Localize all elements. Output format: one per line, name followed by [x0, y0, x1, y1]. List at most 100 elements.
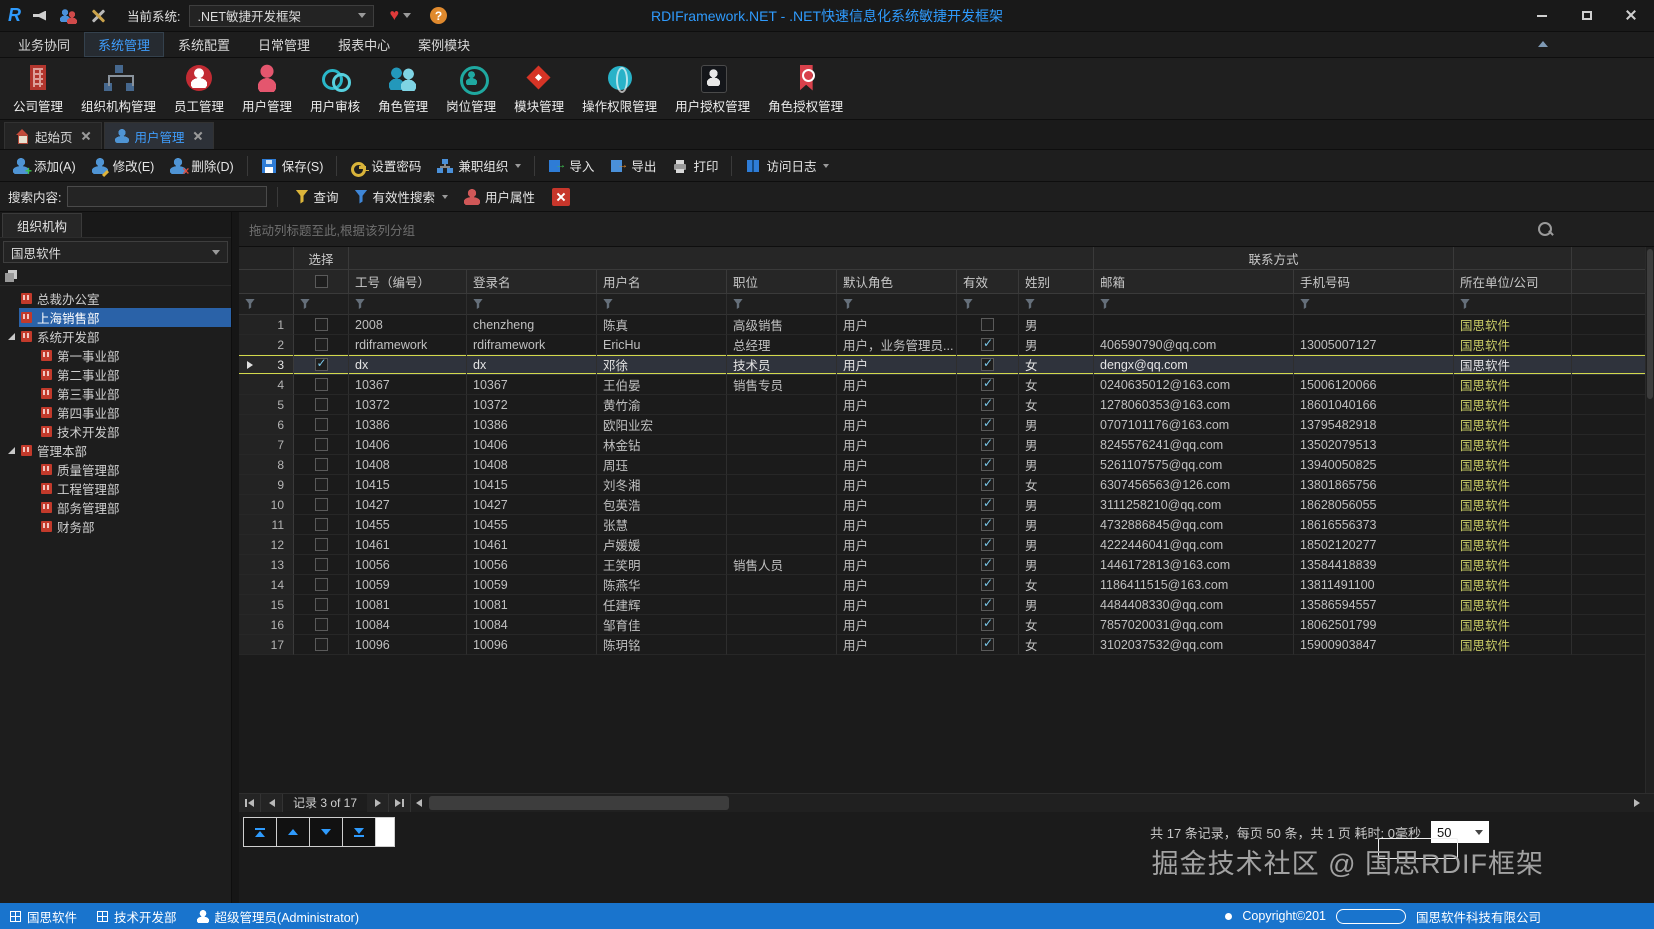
tree-node-11[interactable]: 工程管理部 [0, 479, 231, 498]
tree-node-6[interactable]: 第三事业部 [0, 384, 231, 403]
toolbar-button-user-add[interactable]: 添加(A) [6, 153, 83, 179]
first-record-button[interactable] [239, 794, 261, 812]
valid-checkbox[interactable] [981, 598, 994, 611]
filter-cell-valid[interactable] [957, 294, 1019, 315]
valid-checkbox[interactable] [981, 558, 994, 571]
ribbon-button-orgchart[interactable]: 组织机构管理 [72, 60, 165, 118]
select-checkbox[interactable] [315, 398, 328, 411]
valid-checkbox[interactable] [981, 578, 994, 591]
search-button-funnel[interactable]: 查询 [288, 184, 345, 210]
column-header-company[interactable]: 所在单位/公司 [1454, 270, 1572, 294]
user-row-12[interactable]: 121046110461卢媛媛用户男4222446041@qq.com18502… [239, 535, 1645, 555]
scrollbar-thumb[interactable] [1647, 249, 1653, 399]
panel-splitter[interactable] [232, 212, 239, 903]
filter-cell-title[interactable] [727, 294, 837, 315]
go-bottom-button[interactable] [343, 818, 376, 846]
current-system-select[interactable]: .NET敏捷开发框架 [189, 5, 374, 27]
toolbar-button-user-edit[interactable]: 修改(E) [85, 153, 162, 179]
scrollbar-thumb[interactable] [429, 796, 729, 810]
select-checkbox[interactable] [315, 358, 328, 371]
tab-1[interactable]: 起始页 [4, 122, 102, 149]
tree-node-10[interactable]: 质量管理部 [0, 460, 231, 479]
horizontal-scrollbar[interactable] [427, 794, 1629, 812]
select-checkbox[interactable] [315, 478, 328, 491]
user-row-11[interactable]: 111045510455张慧用户男4732886845@qq.com186165… [239, 515, 1645, 535]
tab-close-icon[interactable] [193, 131, 203, 141]
users-quick-icon[interactable] [59, 6, 79, 26]
ribbon-button-employee[interactable]: 员工管理 [165, 60, 233, 118]
valid-checkbox[interactable] [981, 438, 994, 451]
filter-cell-role[interactable] [837, 294, 957, 315]
user-row-5[interactable]: 51037210372黄竹渝用户女1278060353@163.com18601… [239, 395, 1645, 415]
grid-search-icon[interactable] [1538, 222, 1554, 238]
tree-node-13[interactable]: 财务部 [0, 517, 231, 536]
select-all-checkbox[interactable] [315, 275, 328, 288]
tab-close-icon[interactable] [81, 131, 91, 141]
column-header-gender[interactable]: 姓别 [1019, 270, 1094, 294]
select-checkbox[interactable] [315, 498, 328, 511]
user-row-1[interactable]: 12008chenzheng陈真高级销售用户男国思软件 [239, 315, 1645, 335]
column-header-code[interactable]: 工号（编号） [349, 270, 467, 294]
column-header-login[interactable]: 登录名 [467, 270, 597, 294]
help-icon[interactable] [430, 7, 447, 24]
tree-node-4[interactable]: 第一事业部 [0, 346, 231, 365]
expander-icon[interactable] [4, 441, 19, 460]
valid-checkbox[interactable] [981, 378, 994, 391]
scroll-right-button[interactable] [1629, 794, 1645, 812]
filter-cell-name[interactable] [597, 294, 727, 315]
page-down-button[interactable] [310, 818, 343, 846]
ribbon-button-permission[interactable]: 操作权限管理 [573, 60, 666, 118]
select-checkbox[interactable] [315, 538, 328, 551]
go-top-button[interactable] [244, 818, 277, 846]
ribbon-button-roleauth[interactable]: 角色授权管理 [759, 60, 852, 118]
sidebar-tab-organization[interactable]: 组织机构 [2, 213, 82, 237]
obscured-button[interactable] [1378, 838, 1458, 859]
search-input[interactable] [67, 186, 267, 207]
filter-cell-select[interactable] [294, 294, 349, 315]
menu-item-4[interactable]: 日常管理 [244, 32, 324, 57]
search-button-vfilter[interactable]: 有效性搜索 [348, 184, 456, 210]
tab-2[interactable]: 用户管理 [104, 122, 214, 149]
ribbon-button-company[interactable]: 公司管理 [4, 60, 72, 118]
valid-checkbox[interactable] [981, 358, 994, 371]
minimize-button[interactable] [1519, 0, 1564, 31]
search-button-uattr[interactable]: 用户属性 [457, 184, 542, 210]
valid-checkbox[interactable] [981, 518, 994, 531]
user-row-17[interactable]: 171009610096陈玥铭用户女3102037532@qq.com15900… [239, 635, 1645, 655]
ribbon-button-post[interactable]: 岗位管理 [437, 60, 505, 118]
next-record-button[interactable] [367, 794, 389, 812]
user-row-8[interactable]: 81040810408周珏用户男5261107575@qq.com1394005… [239, 455, 1645, 475]
toolbar-button-save[interactable]: 保存(S) [254, 153, 331, 179]
tree-node-1[interactable]: 总裁办公室 [0, 289, 231, 308]
ribbon-button-role[interactable]: 角色管理 [369, 60, 437, 118]
select-checkbox[interactable] [315, 318, 328, 331]
prev-record-button[interactable] [261, 794, 283, 812]
valid-checkbox[interactable] [981, 338, 994, 351]
select-checkbox[interactable] [315, 558, 328, 571]
group-by-panel[interactable]: 拖动列标题至此,根据该列分组 [239, 212, 1654, 247]
company-select[interactable]: 国思软件 [3, 241, 228, 263]
column-header-valid[interactable]: 有效 [957, 270, 1019, 294]
layers-icon[interactable] [5, 270, 17, 282]
vertical-scrollbar[interactable] [1645, 247, 1654, 793]
select-checkbox[interactable] [315, 378, 328, 391]
collapse-ribbon-icon[interactable] [1538, 41, 1548, 47]
announcement-icon[interactable] [30, 6, 50, 26]
menu-item-2[interactable]: 系统管理 [84, 32, 164, 57]
last-record-button[interactable] [389, 794, 411, 812]
filter-cell-code[interactable] [349, 294, 467, 315]
column-header-name[interactable]: 用户名 [597, 270, 727, 294]
user-row-2[interactable]: 2rdiframeworkrdiframeworkEricHu总经理用户，业务管… [239, 335, 1645, 355]
ribbon-button-audit[interactable]: 用户审核 [301, 60, 369, 118]
favorites-icon[interactable] [389, 7, 411, 25]
user-row-14[interactable]: 141005910059陈燕华用户女1186411515@163.com1381… [239, 575, 1645, 595]
select-checkbox[interactable] [315, 618, 328, 631]
user-row-4[interactable]: 41036710367王伯晏销售专员用户女0240635012@163.com1… [239, 375, 1645, 395]
valid-checkbox[interactable] [981, 398, 994, 411]
filter-cell-email[interactable] [1094, 294, 1294, 315]
user-row-13[interactable]: 131005610056王笑明销售人员用户男1446172813@163.com… [239, 555, 1645, 575]
toolbar-button-org[interactable]: 兼职组织 [430, 153, 528, 179]
valid-checkbox[interactable] [981, 418, 994, 431]
column-header-email[interactable]: 邮箱 [1094, 270, 1294, 294]
select-checkbox[interactable] [315, 438, 328, 451]
